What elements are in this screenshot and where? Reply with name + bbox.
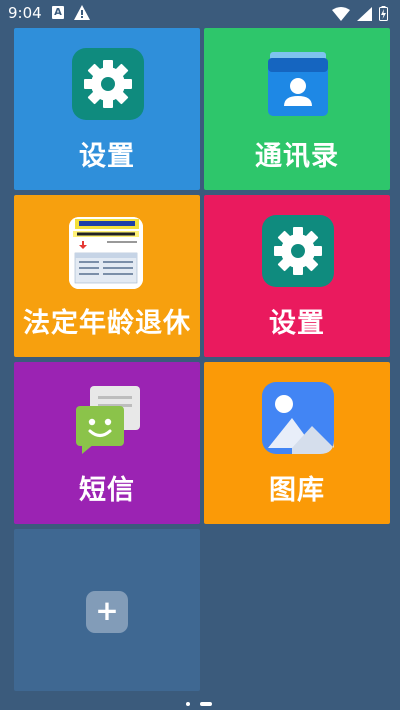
tile-label: 设置 (269, 308, 325, 339)
tile-label: 图库 (269, 475, 325, 506)
plus-icon[interactable]: + (86, 591, 128, 633)
tile-gallery[interactable]: 图库 (204, 362, 390, 524)
wifi-icon (330, 4, 351, 22)
signal-icon (355, 4, 373, 22)
page-dot[interactable] (186, 702, 190, 706)
contacts-icon (262, 48, 334, 120)
warning-icon (74, 5, 90, 24)
battery-icon (377, 4, 388, 22)
tile-add-app[interactable]: + (14, 529, 200, 691)
status-right (330, 4, 388, 22)
gallery-icon (262, 382, 334, 454)
tile-retirement-app[interactable]: 法定年龄退休 (14, 195, 200, 357)
tile-label: 通讯录 (255, 141, 339, 172)
settings-gear-icon (72, 48, 144, 120)
tile-label: 短信 (79, 475, 135, 506)
messages-icon (72, 382, 144, 454)
app-thumbnail (69, 217, 143, 289)
tile-label: 法定年龄退休 (23, 308, 191, 339)
status-time: 9:04 (8, 4, 42, 22)
tile-settings[interactable]: 设置 (14, 28, 200, 190)
status-bar: 9:04 A (0, 0, 400, 26)
tile-contacts[interactable]: 通讯录 (204, 28, 390, 190)
tile-messages[interactable]: 短信 (14, 362, 200, 524)
page-dot-active[interactable] (200, 702, 212, 706)
tile-settings-2[interactable]: 设置 (204, 195, 390, 357)
settings-gear-icon (262, 215, 334, 287)
tile-label: 设置 (79, 141, 135, 172)
notification-a-icon: A (52, 6, 64, 19)
